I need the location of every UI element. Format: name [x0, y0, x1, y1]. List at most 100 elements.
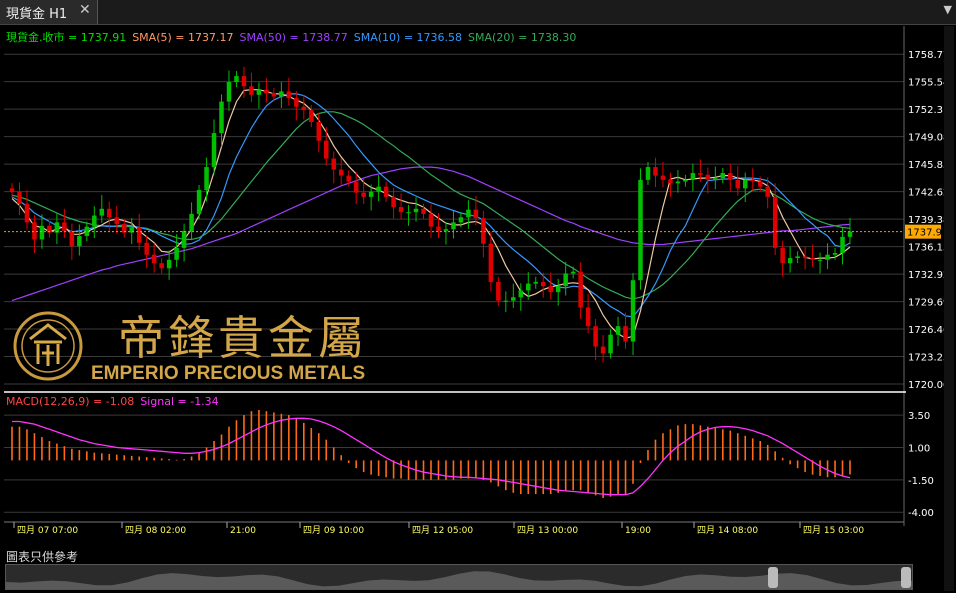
- candle-body: [570, 271, 576, 274]
- price-tick-label: 1729.69: [908, 298, 944, 309]
- candle-body: [488, 243, 494, 282]
- candle-body: [324, 140, 329, 159]
- legend-item: SMA(10) = 1736.58: [354, 31, 462, 44]
- candle-body: [743, 179, 748, 189]
- candle-body: [241, 76, 247, 87]
- candle-body: [398, 207, 404, 213]
- candle-body: [578, 271, 583, 308]
- candle-body: [376, 186, 381, 192]
- chart-tab[interactable]: 現貨金 H1 ✕: [0, 0, 98, 24]
- last-price-tag: 1737.91: [905, 224, 944, 239]
- candle-body: [593, 326, 598, 347]
- candle-body: [294, 98, 299, 107]
- candle-body: [166, 259, 172, 269]
- candle-body: [608, 334, 613, 354]
- candle-body: [511, 297, 516, 301]
- candle-body: [563, 273, 568, 287]
- candle-body: [653, 167, 658, 176]
- candle-body: [683, 179, 688, 182]
- candle-body: [17, 191, 22, 204]
- time-label: 四月 15 03:00: [803, 525, 864, 536]
- candle-body: [668, 179, 673, 184]
- price-tick-label: 1749.08: [908, 133, 944, 144]
- candle-body: [660, 175, 666, 180]
- candle-body: [526, 283, 531, 291]
- candle-body: [847, 231, 853, 237]
- candle-body: [720, 173, 726, 179]
- vertical-scrollbar[interactable]: [944, 26, 954, 591]
- candle-body: [735, 179, 741, 189]
- tab-bar: 現貨金 H1 ✕ ▼: [0, 0, 956, 25]
- candle-body: [9, 188, 15, 192]
- candle-body: [189, 213, 194, 231]
- chart-scrollbar[interactable]: [5, 564, 913, 590]
- macd-tick-label: -1.50: [908, 476, 934, 487]
- candle-body: [159, 263, 164, 269]
- candle-body: [107, 208, 112, 218]
- macd-tick-label: -4.00: [908, 508, 934, 519]
- candle-body: [600, 346, 606, 354]
- candle-body: [787, 258, 793, 264]
- legend-item: SMA(5) = 1737.17: [132, 31, 233, 44]
- candle-body: [466, 209, 471, 218]
- candle-body: [623, 326, 628, 342]
- candle-body: [518, 290, 524, 298]
- candle-body: [279, 91, 284, 97]
- candle-body: [645, 167, 651, 180]
- watermark-en-text: EMPERIO PRECIOUS METALS: [91, 363, 365, 384]
- candle-body: [548, 286, 553, 293]
- scroll-handle-left[interactable]: [768, 567, 778, 588]
- candle-body: [219, 101, 224, 134]
- candle-body: [451, 222, 456, 230]
- candle-body: [757, 181, 763, 187]
- candle-body: [151, 254, 157, 264]
- candle-body: [77, 235, 82, 247]
- price-tick-label: 1723.23: [908, 353, 944, 364]
- price-tag-label: 1737.91: [907, 228, 944, 239]
- candle-body: [368, 191, 374, 197]
- candle-body: [54, 222, 60, 233]
- macd-tick-label: 1.00: [908, 443, 930, 454]
- candle-body: [391, 196, 396, 208]
- candle-body: [144, 242, 149, 255]
- candle-body: [181, 230, 187, 248]
- candle-body: [436, 226, 441, 231]
- candle-body: [780, 247, 785, 264]
- candle-body: [309, 110, 314, 123]
- candle-body: [211, 133, 217, 168]
- price-tick-label: 1752.31: [908, 105, 944, 116]
- candle-body: [802, 256, 808, 259]
- candle-body: [421, 208, 426, 214]
- candle-body: [271, 93, 277, 97]
- candle-body: [338, 169, 344, 176]
- candle-body: [316, 122, 322, 141]
- close-icon[interactable]: ✕: [79, 2, 91, 18]
- candle-body: [503, 300, 509, 302]
- candle-body: [772, 196, 778, 248]
- candle-body: [226, 82, 232, 102]
- price-chart[interactable]: 帝鋒貴金屬 EMPERIO PRECIOUS METALS 現貨金.收市 = 1…: [0, 26, 944, 546]
- candle-body: [264, 89, 269, 94]
- macd-tick-label: 3.50: [908, 411, 930, 422]
- candle-body: [443, 229, 449, 231]
- price-tick-label: 1732.92: [908, 270, 944, 281]
- time-label: 四月 14 08:00: [697, 525, 758, 536]
- candle-body: [353, 181, 359, 193]
- candle-body: [728, 173, 733, 180]
- candle-body: [69, 230, 75, 247]
- candle-body: [765, 186, 770, 197]
- macd-legend-item: Signal = -1.34: [140, 395, 218, 408]
- scroll-handle-right[interactable]: [901, 567, 911, 588]
- candle-body: [795, 256, 800, 259]
- legend-item: 現貨金.收市 = 1737.91: [6, 30, 126, 44]
- price-tick-label: 1739.38: [908, 215, 944, 226]
- candle-body: [114, 217, 119, 225]
- price-tick-label: 1742.62: [908, 188, 944, 199]
- dropdown-arrow-icon[interactable]: ▼: [944, 3, 952, 16]
- candle-body: [817, 259, 823, 261]
- candle-body: [196, 190, 202, 214]
- candle-body: [810, 258, 815, 260]
- candle-body: [413, 208, 419, 213]
- candle-body: [346, 175, 351, 182]
- time-label: 四月 08 02:00: [125, 525, 186, 536]
